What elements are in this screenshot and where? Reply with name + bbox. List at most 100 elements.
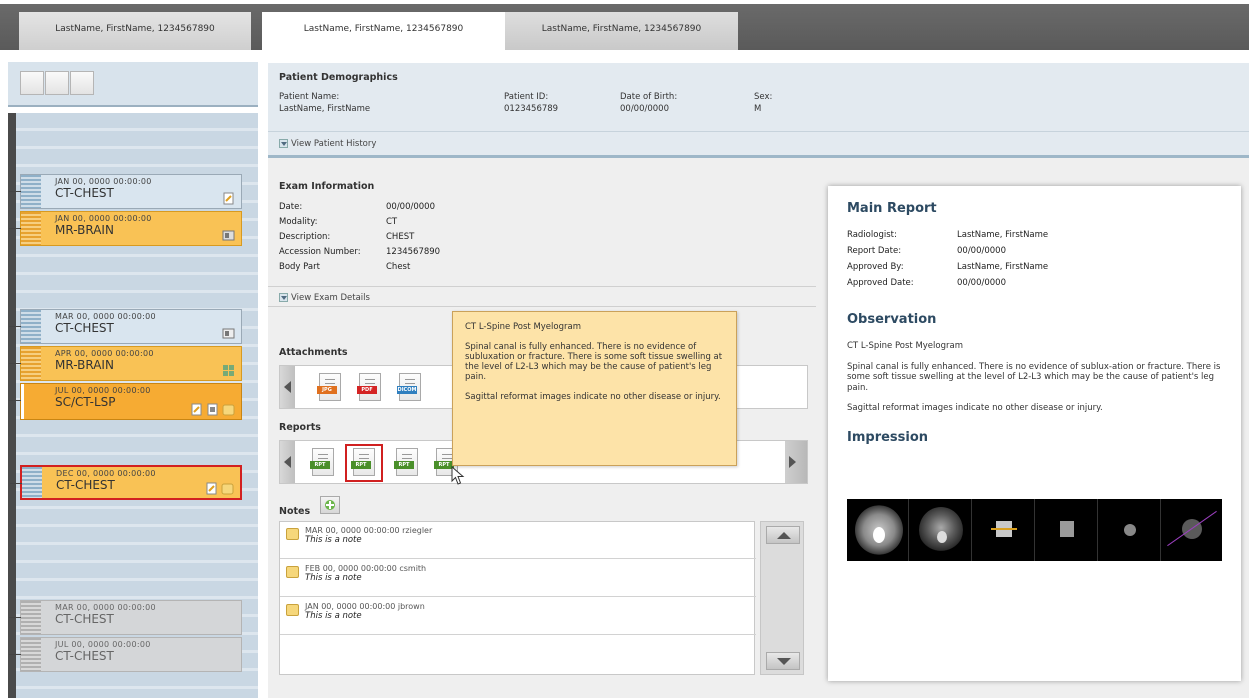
exam-date-value: 00/00/0000 xyxy=(386,202,435,212)
modality-label: Modality: xyxy=(279,217,318,227)
report-file-icon[interactable]: RPT xyxy=(394,448,418,476)
scroll-up-button[interactable] xyxy=(766,526,800,544)
impression-thumbnail[interactable] xyxy=(1099,499,1161,561)
chevron-down-icon xyxy=(279,293,288,302)
exam-name: CT-CHEST xyxy=(55,612,114,626)
report-date-value: 00/00/0000 xyxy=(957,246,1006,256)
reports-title: Reports xyxy=(279,422,321,433)
add-note-icon xyxy=(325,500,335,510)
list-item[interactable]: JAN 00, 0000 00:00:00 jbrown This is a n… xyxy=(280,598,756,635)
attachments-title: Attachments xyxy=(279,347,348,358)
note-icon xyxy=(286,604,299,616)
main-report-title: Main Report xyxy=(847,201,937,216)
note-text: This is a note xyxy=(305,611,362,621)
timeline-toolbar xyxy=(8,62,258,107)
accession-value: 1234567890 xyxy=(386,247,441,257)
exam-info-title: Exam Information xyxy=(279,181,375,192)
approved-date-label: Approved Date: xyxy=(847,278,914,288)
chevron-down-icon xyxy=(279,139,288,148)
report-icon xyxy=(205,482,218,495)
exam-card[interactable]: MAR 00, 0000 00:00:00 CT-CHEST xyxy=(9,600,242,635)
view-exam-details-link[interactable]: View Exam Details xyxy=(279,293,370,303)
exam-card[interactable]: JAN 00, 0000 00:00:00 CT-CHEST xyxy=(9,174,242,209)
toolbar-button-1[interactable] xyxy=(20,71,44,95)
exam-card[interactable]: JUL 00, 0000 00:00:00 CT-CHEST xyxy=(9,637,242,672)
note-text: This is a note xyxy=(305,535,362,545)
impression-thumbnail[interactable] xyxy=(847,499,909,561)
sex-label: Sex: xyxy=(754,92,773,102)
tooltip-title: CT L-Spine Post Myelogram xyxy=(465,322,581,332)
body-part-label: Body Part xyxy=(279,262,320,272)
patient-id-value: 0123456789 xyxy=(504,104,559,114)
note-meta: JAN 00, 0000 00:00:00 jbrown xyxy=(305,602,425,611)
patient-demographics: Patient Demographics Patient Name: LastN… xyxy=(268,63,1249,158)
exam-card[interactable]: APR 00, 0000 00:00:00 MR-BRAIN xyxy=(9,346,242,381)
patient-tab-1[interactable]: LastName, FirstName, 1234567890 xyxy=(19,12,251,50)
reports-next-button[interactable] xyxy=(785,441,807,483)
exam-timeline-panel: JAN 00, 0000 00:00:00 CT-CHEST JAN 00, 0… xyxy=(0,50,258,698)
scroll-down-button[interactable] xyxy=(766,652,800,670)
impression-thumbnails xyxy=(847,499,1222,561)
exam-date: MAR 00, 0000 00:00:00 xyxy=(55,603,156,612)
timeline-track[interactable]: JAN 00, 0000 00:00:00 CT-CHEST JAN 00, 0… xyxy=(8,113,258,698)
radiologist-value: LastName, FirstName xyxy=(957,230,1049,240)
list-item[interactable]: MAR 00, 0000 00:00:00 rziegler This is a… xyxy=(280,522,756,559)
dob-value: 00/00/0000 xyxy=(620,104,669,114)
dicom-file-icon[interactable]: DICOM xyxy=(397,373,421,401)
approved-by-label: Approved By: xyxy=(847,262,904,272)
exam-card[interactable]: JAN 00, 0000 00:00:00 MR-BRAIN xyxy=(9,211,242,246)
approved-date-value: 00/00/0000 xyxy=(957,278,1006,288)
exam-date: JUL 00, 0000 00:00:00 xyxy=(55,386,151,395)
attachment-icon xyxy=(222,229,235,242)
toolbar-button-3[interactable] xyxy=(70,71,94,95)
description-label: Description: xyxy=(279,232,331,242)
exam-name: CT-CHEST xyxy=(55,186,114,200)
report-preview-tooltip: CT L-Spine Post Myelogram Spinal canal i… xyxy=(452,311,737,466)
toolbar-button-2[interactable] xyxy=(45,71,69,95)
approved-by-value: LastName, FirstName xyxy=(957,262,1049,272)
patient-tab-2-active[interactable]: LastName, FirstName, 1234567890 xyxy=(262,12,505,50)
patient-tab-3[interactable]: LastName, FirstName, 1234567890 xyxy=(505,12,738,50)
observation-paragraph-2: Sagittal reformat images indicate no oth… xyxy=(847,403,1103,413)
main-report-panel: Main Report Radiologist: LastName, FirstN… xyxy=(828,186,1241,681)
exam-card-selected[interactable]: JUL 00, 0000 00:00:00 SC/CT-LSP xyxy=(9,383,242,420)
note-text: This is a note xyxy=(305,573,362,583)
mouse-pointer-icon xyxy=(451,466,465,485)
exam-name: CT-CHEST xyxy=(55,649,114,663)
patient-tab-bar: LastName, FirstName, 1234567890 LastName… xyxy=(0,0,1249,50)
notes-list: MAR 00, 0000 00:00:00 rziegler This is a… xyxy=(279,521,756,675)
report-file-icon[interactable]: RPT xyxy=(310,448,334,476)
list-item[interactable]: FEB 00, 0000 00:00:00 csmith This is a n… xyxy=(280,560,756,597)
impression-title: Impression xyxy=(847,429,929,445)
observation-head: CT L-Spine Post Myelogram xyxy=(847,341,963,351)
attachments-prev-button[interactable] xyxy=(280,366,295,408)
radiologist-label: Radiologist: xyxy=(847,230,897,240)
report-file-icon[interactable]: RPT xyxy=(351,448,375,476)
description-value: CHEST xyxy=(386,232,415,242)
impression-thumbnail[interactable] xyxy=(973,499,1035,561)
images-icon xyxy=(222,364,235,377)
exam-card-highlighted[interactable]: DEC 00, 0000 00:00:00 CT-CHEST xyxy=(10,465,242,500)
impression-thumbnail[interactable] xyxy=(1036,499,1098,561)
impression-thumbnail[interactable] xyxy=(1162,499,1222,561)
timeline-axis xyxy=(8,113,16,698)
patient-name-value: LastName, FirstName xyxy=(279,104,371,114)
note-icon xyxy=(286,528,299,540)
view-patient-history-link[interactable]: View Patient History xyxy=(279,139,376,149)
attachment-icon xyxy=(206,403,219,416)
add-note-button[interactable] xyxy=(320,496,340,514)
notes-scrollbar[interactable] xyxy=(760,521,804,675)
exam-name: CT-CHEST xyxy=(55,321,114,335)
dob-label: Date of Birth: xyxy=(620,92,678,102)
pdf-file-icon[interactable]: PDF xyxy=(357,373,381,401)
report-date-label: Report Date: xyxy=(847,246,902,256)
report-icon xyxy=(222,192,235,205)
exam-card[interactable]: MAR 00, 0000 00:00:00 CT-CHEST xyxy=(9,309,242,344)
note-icon xyxy=(222,403,235,416)
impression-thumbnail[interactable] xyxy=(910,499,972,561)
note-icon xyxy=(286,566,299,578)
observation-paragraph-1: Spinal canal is fully enhanced. There is… xyxy=(847,361,1221,393)
reports-prev-button[interactable] xyxy=(280,441,295,483)
jpg-file-icon[interactable]: JPG xyxy=(317,373,341,401)
notes-title: Notes xyxy=(279,506,311,517)
